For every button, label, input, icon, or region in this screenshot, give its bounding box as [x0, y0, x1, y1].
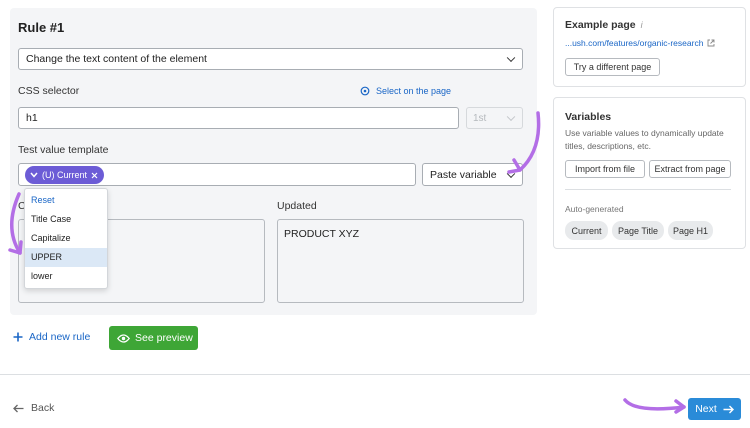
- arrow-to-paste-variable: [518, 111, 541, 172]
- arrow-head-paste-variable: [507, 158, 522, 174]
- arrow-to-upper-option: [10, 192, 22, 255]
- annotation-arrows: [8, 111, 686, 414]
